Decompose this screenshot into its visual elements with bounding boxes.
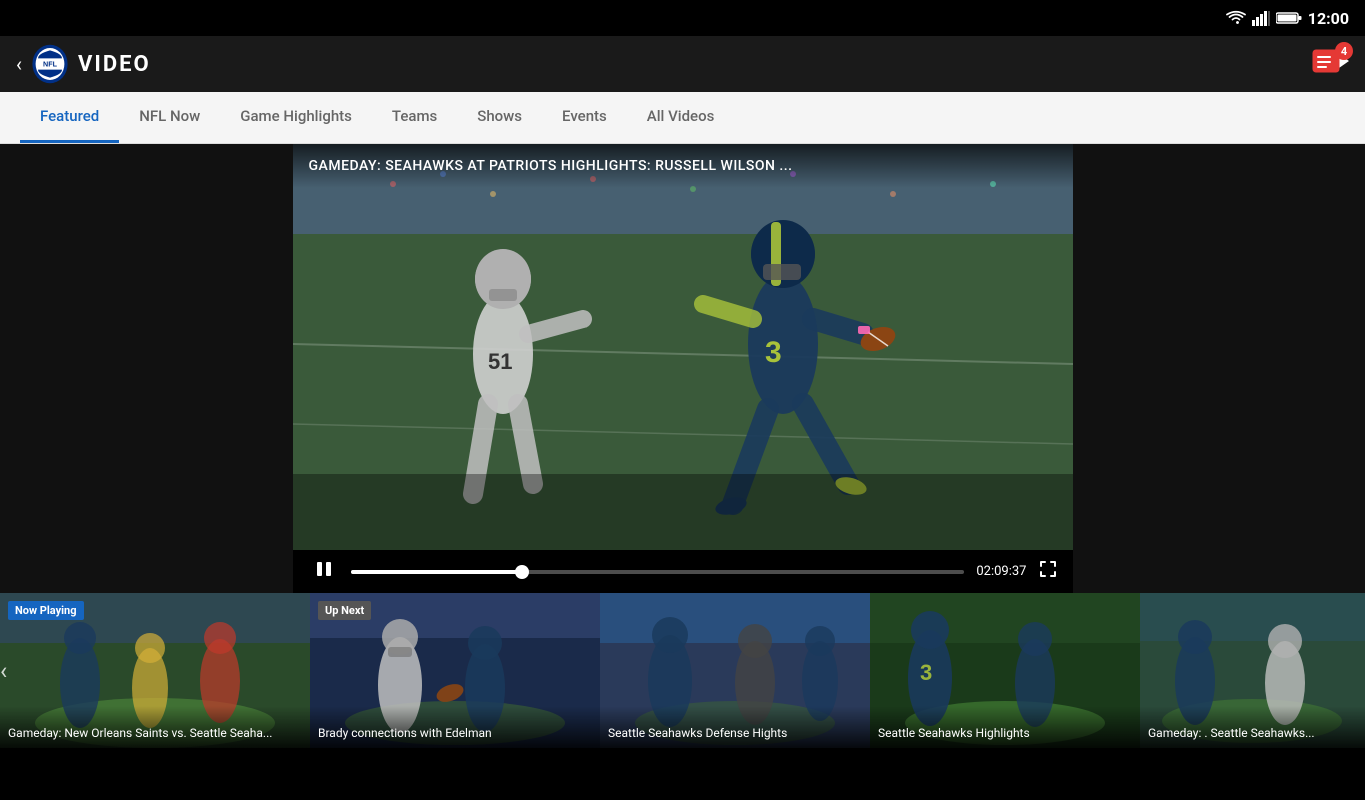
tab-teams[interactable]: Teams: [372, 92, 457, 143]
back-button[interactable]: ‹: [16, 52, 22, 76]
thumb-item-5[interactable]: Gameday: . Seattle Seahawks...: [1140, 593, 1365, 748]
pause-button[interactable]: [309, 558, 339, 585]
video-container: GAMEDAY: SEAHAWKS AT PATRIOTS HIGHLIGHTS…: [293, 144, 1073, 593]
progress-filled: [351, 570, 523, 574]
tab-all-videos[interactable]: All Videos: [627, 92, 735, 143]
nfl-logo: NFL: [30, 44, 70, 84]
wifi-icon: [1226, 10, 1246, 26]
status-time: 12:00: [1308, 9, 1349, 28]
svg-text:NFL: NFL: [43, 59, 58, 68]
video-title: GAMEDAY: SEAHAWKS AT PATRIOTS HIGHLIGHTS…: [293, 144, 1073, 188]
thumb-item-1[interactable]: ‹ Now Playing Gameday: New Orleans Saint…: [0, 593, 310, 748]
tab-events[interactable]: Events: [542, 92, 627, 143]
fullscreen-icon: [1039, 560, 1057, 578]
progress-bar[interactable]: [351, 570, 965, 574]
tab-game-highlights[interactable]: Game Highlights: [220, 92, 372, 143]
thumb-title-3: Seattle Seahawks Defense Hights: [600, 706, 870, 748]
thumb-badge-2: Up Next: [318, 601, 371, 620]
svg-text:51: 51: [488, 349, 512, 374]
video-duration: 02:09:37: [976, 564, 1026, 579]
video-controls: 02:09:37: [293, 550, 1073, 593]
thumb-item-3[interactable]: Seattle Seahawks Defense Hights: [600, 593, 870, 748]
thumb-badge-1: Now Playing: [8, 601, 84, 620]
thumb-item-2[interactable]: Up Next Brady connections with Edelman: [310, 593, 600, 748]
tab-featured[interactable]: Featured: [20, 92, 119, 143]
nav-tabs: Featured NFL Now Game Highlights Teams S…: [0, 92, 1365, 144]
header-right: 4: [1309, 46, 1349, 82]
thumb-title-1: Gameday: New Orleans Saints vs. Seattle …: [0, 706, 310, 748]
signal-icon: [1252, 10, 1270, 26]
playlist-badge: 4: [1335, 42, 1353, 60]
thumb-title-4: Seattle Seahawks Highlights: [870, 706, 1140, 748]
svg-text:3: 3: [920, 660, 932, 685]
pause-icon: [315, 560, 333, 578]
thumb-item-4[interactable]: 3 Seattle Seahawks Highlights: [870, 593, 1140, 748]
playlist-button[interactable]: 4: [1309, 46, 1349, 82]
video-area: GAMEDAY: SEAHAWKS AT PATRIOTS HIGHLIGHTS…: [0, 144, 1365, 593]
prev-arrow[interactable]: ‹: [0, 657, 7, 685]
video-thumbnail[interactable]: 51: [293, 144, 1073, 550]
tab-shows[interactable]: Shows: [457, 92, 542, 143]
svg-text:3: 3: [765, 336, 782, 369]
thumbnail-row: ‹ Now Playing Gameday: New Orleans Saint…: [0, 593, 1365, 748]
fullscreen-button[interactable]: [1039, 560, 1057, 583]
thumb-title-5: Gameday: . Seattle Seahawks...: [1140, 706, 1365, 748]
header-title: VIDEO: [78, 52, 151, 77]
progress-thumb[interactable]: [515, 565, 529, 579]
header: ‹ NFL VIDEO 4: [0, 36, 1365, 92]
status-bar: 12:00: [0, 0, 1365, 36]
thumb-title-2: Brady connections with Edelman: [310, 706, 600, 748]
tab-nfl-now[interactable]: NFL Now: [119, 92, 220, 143]
field-bg: 51: [293, 144, 1073, 550]
status-icons: 12:00: [1226, 9, 1349, 28]
battery-icon: [1276, 11, 1302, 25]
